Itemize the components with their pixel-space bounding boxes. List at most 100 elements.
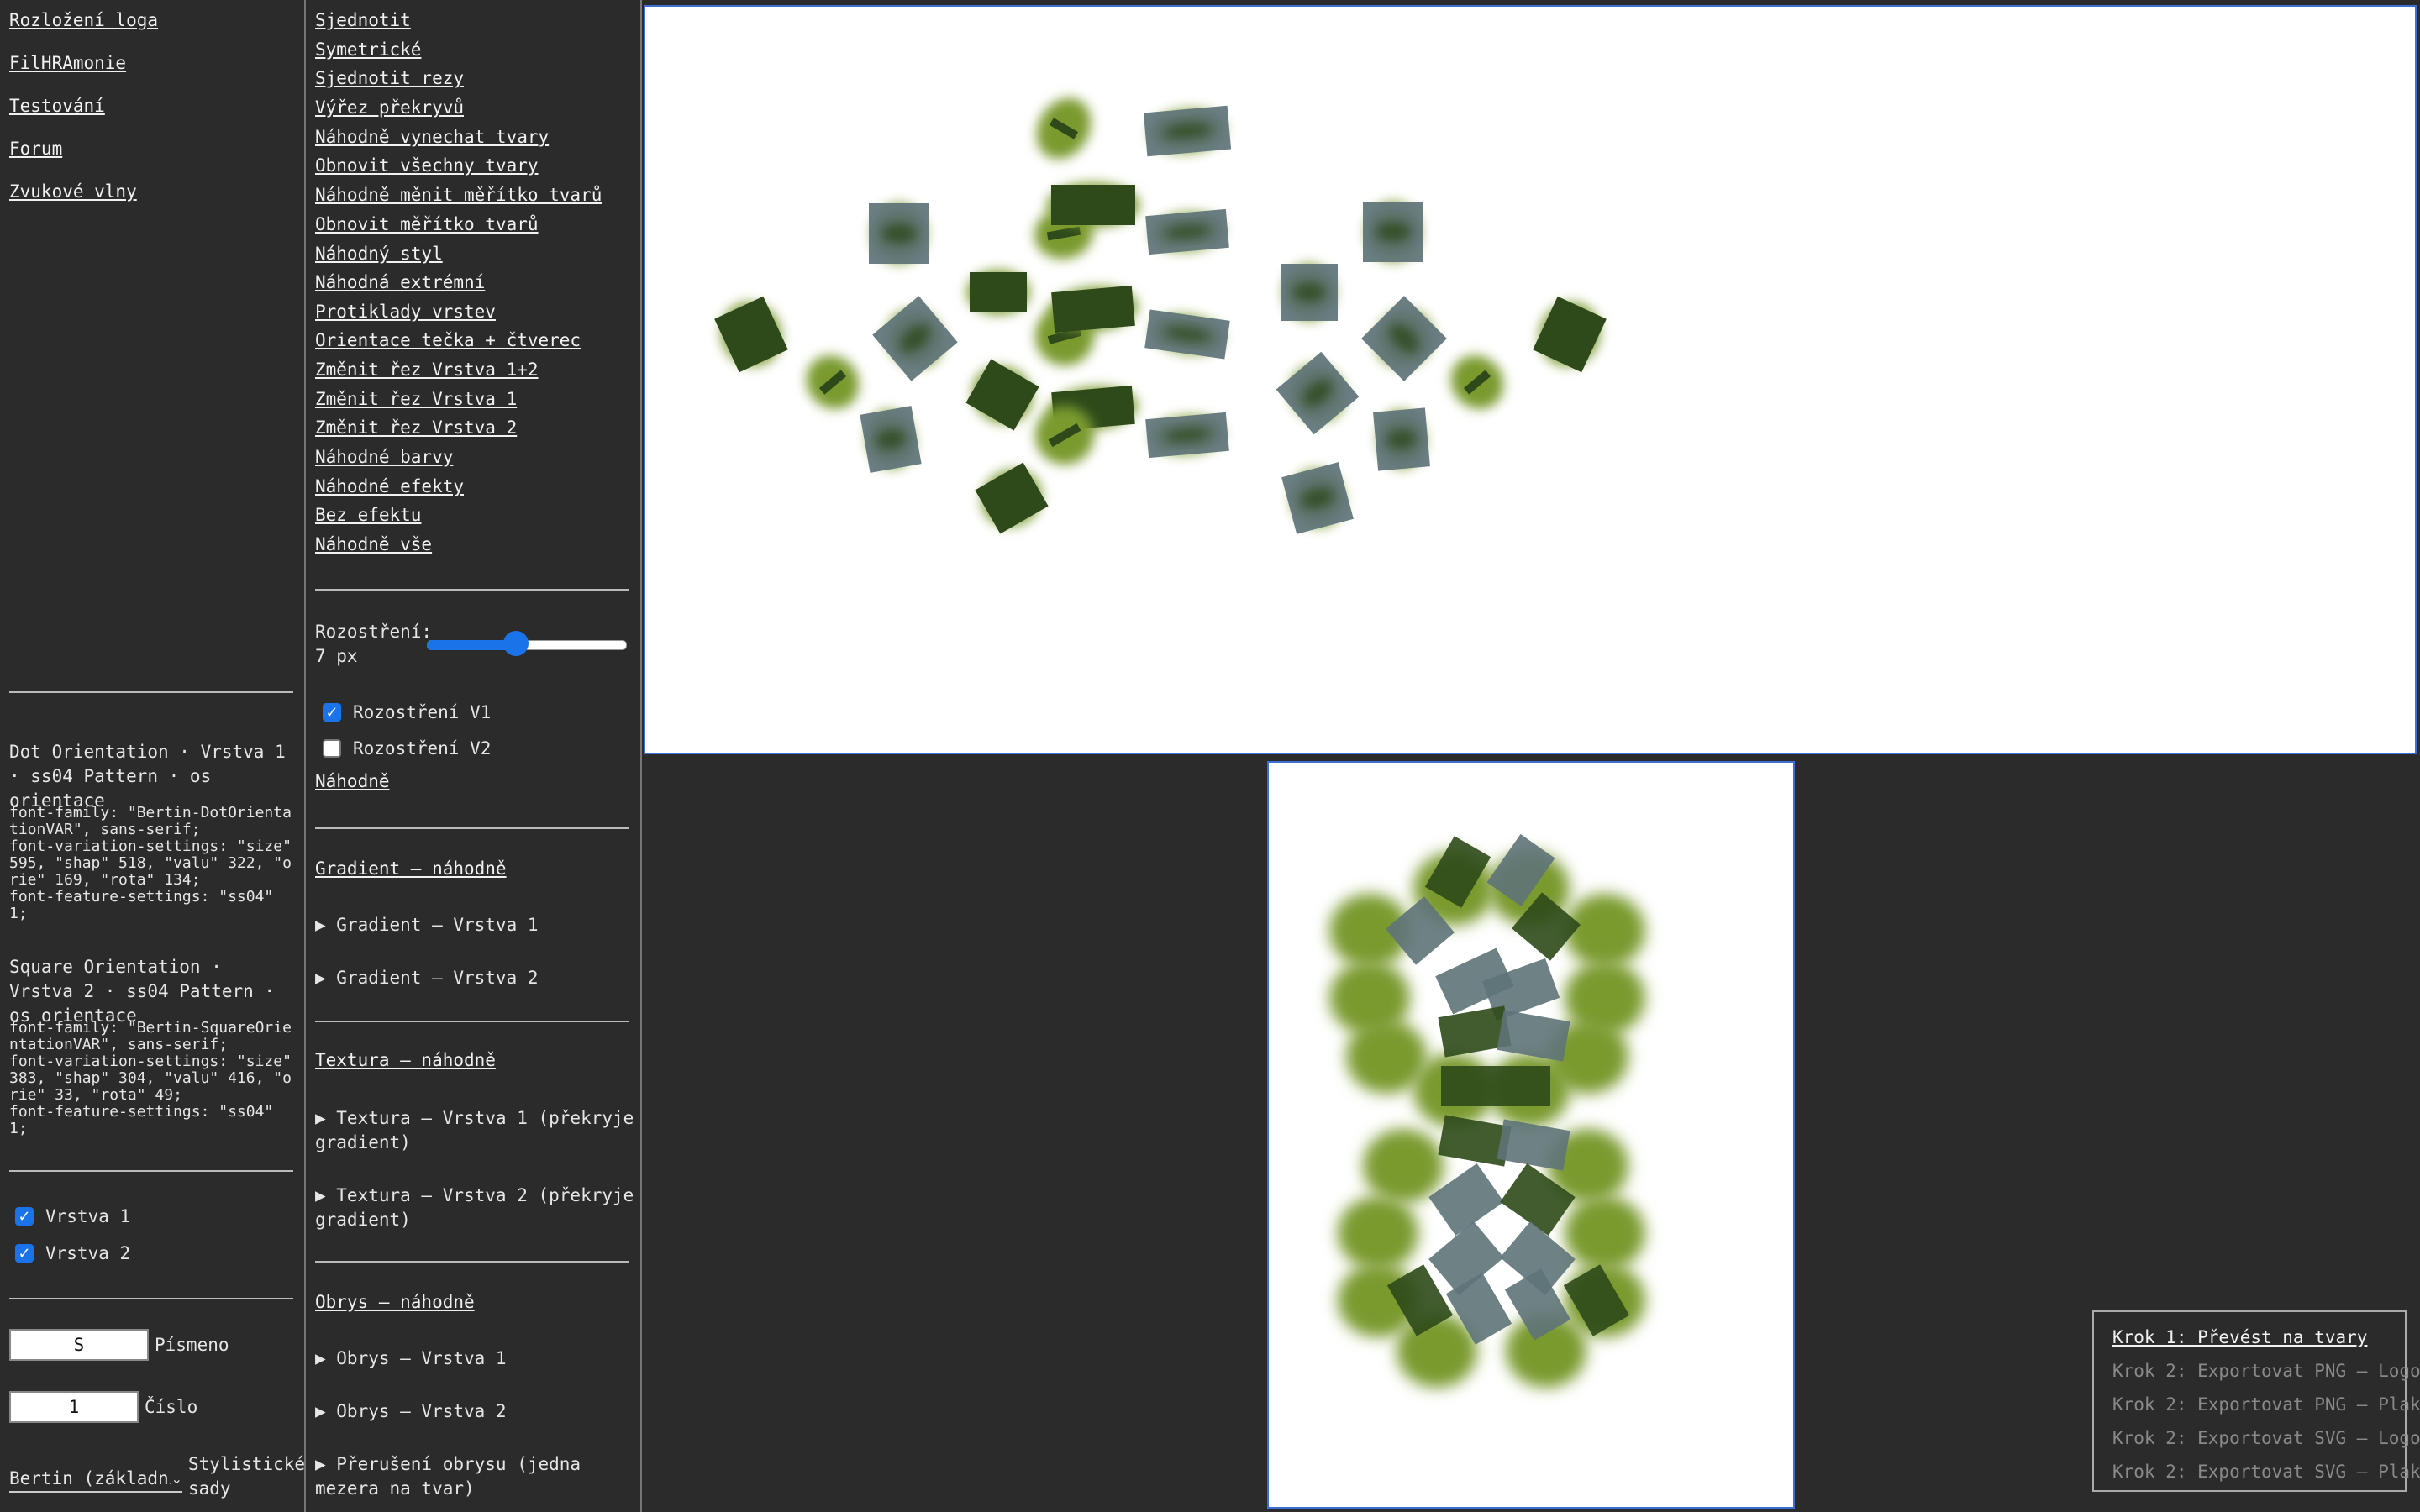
- action-zmenit-rez-12[interactable]: Změnit řez Vrstva 1+2: [315, 360, 539, 380]
- layer2-checkbox[interactable]: [15, 1244, 34, 1263]
- texture-layer1-summary[interactable]: ▶ Textura – Vrstva 1 (překryje gradient): [315, 1106, 634, 1155]
- square-shape: [1145, 412, 1229, 459]
- nav-link-zvukove-vlny[interactable]: Zvukové vlny: [9, 181, 137, 202]
- layer1-label: Vrstva 1: [45, 1206, 131, 1226]
- step-export-png-logo-button[interactable]: Krok 2: Exportovat PNG – Logo: [2112, 1354, 2420, 1388]
- square-shape: [975, 462, 1049, 534]
- blur-label-group: Rozostření: 7 px: [315, 620, 432, 669]
- stylistic-select[interactable]: Bertin (základní) ⌄: [9, 1466, 182, 1493]
- square-shape: [1144, 309, 1230, 360]
- square-shape: [1281, 264, 1338, 321]
- logo-canvas[interactable]: [644, 5, 2417, 754]
- step-export-png-poster-button[interactable]: Krok 2: Exportovat PNG – Plakát: [2112, 1388, 2420, 1421]
- action-obnovit-meritko[interactable]: Obnovit měřítko tvarů: [315, 214, 539, 234]
- divider: [315, 827, 629, 829]
- texture-layer2-summary[interactable]: ▶ Textura – Vrstva 2 (překryje gradient): [315, 1184, 634, 1232]
- square-shape: [872, 296, 958, 381]
- blur-v1-label: Rozostření V1: [353, 702, 492, 722]
- action-sjednotit-rezy[interactable]: Sjednotit rezy: [315, 68, 464, 88]
- logo-artwork: [714, 97, 1607, 534]
- square-shape: [1047, 182, 1139, 228]
- action-symetricke[interactable]: Symetrické: [315, 39, 421, 60]
- action-nahodna-extremni[interactable]: Náhodná extrémní: [315, 272, 485, 292]
- layer2-toggle[interactable]: Vrstva 2: [15, 1243, 130, 1263]
- dot-shape: [1338, 1196, 1418, 1270]
- divider: [315, 1021, 629, 1022]
- layer2-css: font-family: "Bertin-SquareOrientationVA…: [9, 1019, 292, 1137]
- action-nahodny-styl[interactable]: Náhodný styl: [315, 244, 443, 264]
- actions-panel: Sjednotit Symetrické Sjednotit rezy Výře…: [304, 0, 642, 1512]
- blur-slider-thumb[interactable]: [503, 631, 529, 656]
- step-convert-button[interactable]: Krok 1: Převést na tvary: [2112, 1320, 2405, 1354]
- action-zmenit-rez-1[interactable]: Změnit řez Vrstva 1: [315, 389, 517, 409]
- layer2-label: Vrstva 2: [45, 1243, 131, 1263]
- blur-random-link[interactable]: Náhodně: [315, 771, 390, 791]
- outline-random-link[interactable]: Obrys – náhodně: [315, 1292, 475, 1312]
- outline-layer1-summary[interactable]: ▶ Obrys – Vrstva 1: [315, 1347, 634, 1371]
- nav-link-testovani[interactable]: Testování: [9, 96, 105, 116]
- blur-label: Rozostření:: [315, 622, 433, 642]
- dot-shape: [1450, 355, 1504, 409]
- action-nahodne-vynechat[interactable]: Náhodně vynechat tvary: [315, 127, 549, 147]
- dot-shape: [1565, 1196, 1645, 1270]
- blur-v1-checkbox[interactable]: [323, 703, 341, 722]
- divider: [9, 691, 293, 693]
- outline-break-summary[interactable]: ▶ Přerušení obrysu (jedna mezera na tvar…: [315, 1452, 634, 1501]
- step-export-svg-logo-button[interactable]: Krok 2: Exportovat SVG – Logo: [2112, 1421, 2420, 1455]
- gradient-layer1-summary[interactable]: ▶ Gradient – Vrstva 1: [315, 913, 634, 937]
- action-nahodne-meritko[interactable]: Náhodně měnit měřítko tvarů: [315, 185, 602, 205]
- nav-link-filharmonie[interactable]: FilHRAmonie: [9, 53, 126, 73]
- step-export-svg-poster-button[interactable]: Krok 2: Exportovat SVG – Plakát: [2112, 1455, 2420, 1488]
- square-shape: [966, 270, 1030, 315]
- action-vyrez-prekryvu[interactable]: Výřez překryvů: [315, 97, 464, 118]
- action-bez-efektu[interactable]: Bez efektu: [315, 505, 421, 525]
- poster-canvas[interactable]: [1267, 761, 1795, 1509]
- number-input[interactable]: 1: [9, 1391, 139, 1423]
- chevron-down-icon: ⌄: [171, 1470, 182, 1487]
- layer2-title: Square Orientation · Vrstva 2 · ss04 Pat…: [9, 957, 276, 1026]
- divider: [9, 1170, 293, 1172]
- action-nahodne-vse[interactable]: Náhodně vše: [315, 534, 432, 554]
- texture-random-link[interactable]: Textura – náhodně: [315, 1050, 496, 1070]
- action-orientace[interactable]: Orientace tečka + čtverec: [315, 330, 581, 350]
- square-shape: [1281, 462, 1354, 534]
- stylistic-select-value: Bertin (základní): [9, 1468, 171, 1488]
- nav-link-forum[interactable]: Forum: [9, 139, 62, 159]
- blur-v2-checkbox[interactable]: [323, 739, 341, 758]
- blur-v2-label: Rozostření V2: [353, 738, 492, 759]
- action-nahodne-efekty[interactable]: Náhodné efekty: [315, 476, 464, 496]
- dot-shape: [806, 355, 860, 409]
- gradient-random-link[interactable]: Gradient – náhodně: [315, 858, 507, 879]
- square-shape: [965, 359, 1039, 431]
- action-protiklady-vrstev[interactable]: Protiklady vrstev: [315, 302, 496, 322]
- square-shape: [1373, 407, 1430, 471]
- action-obnovit-tvary[interactable]: Obnovit všechny tvary: [315, 155, 539, 176]
- layer1-title: Dot Orientation · Vrstva 1 · ss04 Patter…: [9, 742, 286, 811]
- layer1-checkbox[interactable]: [15, 1207, 34, 1226]
- action-nahodne-barvy[interactable]: Náhodné barvy: [315, 447, 453, 467]
- layer1-toggle[interactable]: Vrstva 1: [15, 1206, 130, 1226]
- letter-input[interactable]: S: [9, 1329, 149, 1361]
- gradient-layer2-summary[interactable]: ▶ Gradient – Vrstva 2: [315, 966, 634, 990]
- divider: [315, 1261, 629, 1263]
- nav-link-rozlozeni-loga[interactable]: Rozložení loga: [9, 10, 158, 30]
- left-panel: Rozložení loga FilHRAmonie Testování For…: [0, 0, 306, 1512]
- stylistic-label: Stylistické sady: [188, 1454, 306, 1499]
- square-shape: [869, 203, 929, 264]
- export-steps-panel: Krok 1: Převést na tvary Krok 2: Exporto…: [2092, 1310, 2420, 1492]
- divider: [9, 1298, 293, 1299]
- layer1-css: font-family: "Bertin-DotOrientationVAR",…: [9, 804, 292, 922]
- action-zmenit-rez-2[interactable]: Změnit řez Vrstva 2: [315, 417, 517, 438]
- poster-artwork: [1329, 833, 1645, 1388]
- square-shape: [1441, 1066, 1550, 1106]
- number-label: Číslo: [145, 1397, 198, 1417]
- divider: [315, 589, 629, 591]
- square-shape: [1361, 296, 1447, 381]
- blur-v1-toggle[interactable]: Rozostření V1: [323, 702, 491, 722]
- square-shape: [1143, 105, 1232, 157]
- outline-layer2-summary[interactable]: ▶ Obrys – Vrstva 2: [315, 1399, 634, 1424]
- blur-v2-toggle[interactable]: Rozostření V2: [323, 738, 491, 759]
- square-shape: [860, 406, 922, 473]
- dot-shape: [1565, 894, 1645, 968]
- action-sjednotit[interactable]: Sjednotit: [315, 10, 411, 30]
